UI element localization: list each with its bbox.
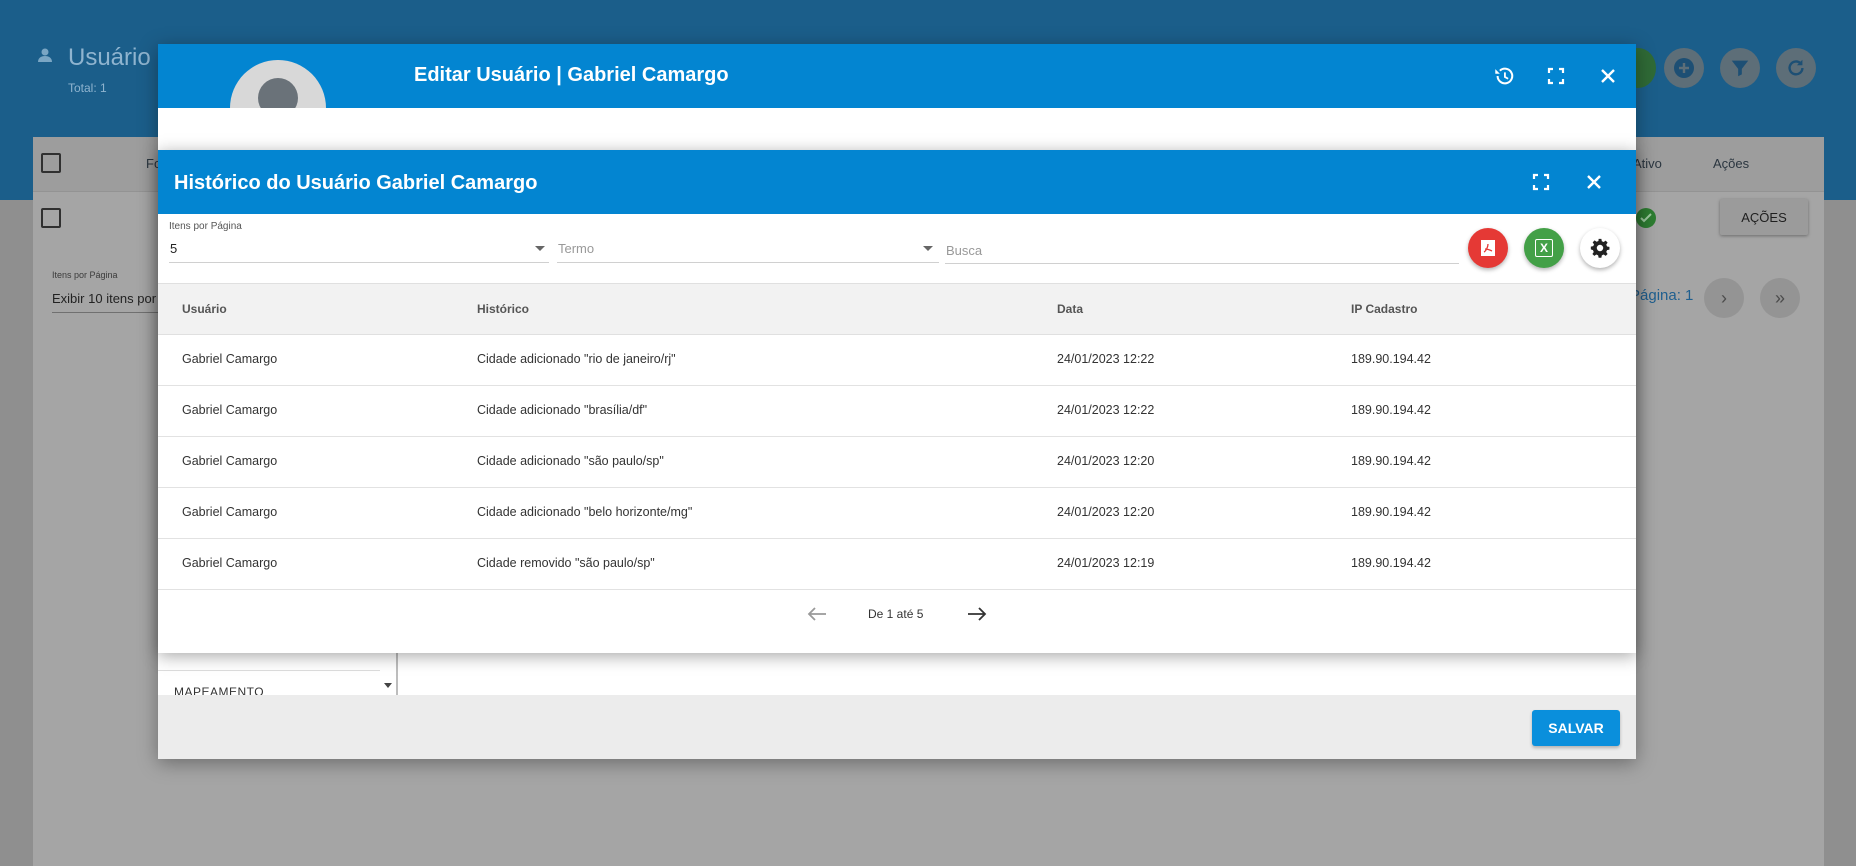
last-page-button[interactable]: » [1760, 278, 1800, 318]
cell-user: Gabriel Camargo [182, 454, 278, 468]
filter-button[interactable] [1720, 48, 1760, 88]
cell-date: 24/01/2023 12:20 [1057, 454, 1155, 468]
add-button[interactable] [1664, 48, 1704, 88]
cell-user: Gabriel Camargo [182, 352, 278, 366]
term-select[interactable]: Termo [558, 241, 938, 261]
side-menu-scrollbar[interactable] [396, 653, 398, 695]
side-menu-item-label: MAPEAMENTO [174, 685, 265, 695]
cell-history: Cidade adicionado "rio de janeiro/rj" [477, 352, 676, 366]
cell-ip: 189.90.194.42 [1351, 454, 1431, 468]
bg-items-per-page-select[interactable]: Exibir 10 itens por [52, 291, 158, 313]
total-count: Total: 1 [68, 81, 107, 95]
refresh-button[interactable] [1776, 48, 1816, 88]
next-page-button[interactable] [966, 605, 988, 623]
row-checkbox[interactable] [41, 208, 61, 228]
active-check-icon [1636, 208, 1656, 228]
search-underline [945, 263, 1459, 264]
cell-history: Cidade removido "são paulo/sp" [477, 556, 655, 570]
cell-user: Gabriel Camargo [182, 403, 278, 417]
history-fullscreen-icon[interactable] [1529, 170, 1553, 194]
page-indicator: Página: 1 [1630, 287, 1694, 304]
column-user[interactable]: Usuário [182, 302, 227, 316]
history-icon[interactable] [1492, 64, 1516, 88]
prev-page-button[interactable] [806, 605, 828, 623]
save-button[interactable]: SALVAR [1532, 710, 1620, 746]
acoes-button[interactable]: AÇÕES [1720, 199, 1808, 235]
user-icon [37, 47, 53, 63]
cell-history: Cidade adicionado "belo horizonte/mg" [477, 505, 693, 519]
cell-history: Cidade adicionado "são paulo/sp" [477, 454, 664, 468]
cell-ip: 189.90.194.42 [1351, 352, 1431, 366]
cell-date: 24/01/2023 12:20 [1057, 505, 1155, 519]
term-caret-icon[interactable] [923, 246, 933, 251]
column-acoes: Ações [1713, 156, 1750, 171]
history-close-icon[interactable] [1582, 170, 1606, 194]
fullscreen-icon[interactable] [1544, 64, 1568, 88]
arrow-left-icon [807, 607, 826, 621]
arrow-right-icon [968, 607, 987, 621]
cell-date: 24/01/2023 12:19 [1057, 556, 1155, 570]
edit-user-tabs-area [398, 108, 1636, 150]
term-underline [557, 262, 939, 263]
select-all-checkbox[interactable] [41, 153, 61, 173]
column-ativo: Ativo [1633, 156, 1662, 171]
excel-icon: X [1535, 239, 1553, 257]
cell-user: Gabriel Camargo [182, 556, 278, 570]
edit-user-header [158, 44, 1636, 108]
next-page-button[interactable]: › [1704, 278, 1744, 318]
pdf-export-button[interactable] [1468, 228, 1508, 268]
pdf-icon [1481, 240, 1495, 256]
cell-ip: 189.90.194.42 [1351, 556, 1431, 570]
edit-user-title: Editar Usuário | Gabriel Camargo [414, 64, 729, 86]
edit-user-footer [158, 695, 1636, 759]
cell-ip: 189.90.194.42 [1351, 403, 1431, 417]
items-per-page-label: Itens por Página [169, 221, 242, 232]
items-per-page-caret-icon[interactable] [535, 246, 545, 251]
cell-user: Gabriel Camargo [182, 505, 278, 519]
cell-date: 24/01/2023 12:22 [1057, 403, 1155, 417]
excel-icon-letter: X [1539, 241, 1548, 255]
close-icon[interactable] [1596, 64, 1620, 88]
column-history[interactable]: Histórico [477, 302, 529, 316]
search-input[interactable]: Busca [946, 243, 1458, 263]
items-per-page-select[interactable]: 5 [170, 241, 548, 261]
excel-export-button[interactable]: X [1524, 228, 1564, 268]
history-dialog-title: Histórico do Usuário Gabriel Camargo [174, 172, 538, 194]
pager-text: De 1 até 5 [868, 607, 924, 621]
cell-ip: 189.90.194.42 [1351, 505, 1431, 519]
settings-icon [1590, 238, 1610, 258]
cell-date: 24/01/2023 12:22 [1057, 352, 1155, 366]
bg-items-per-page-label: Itens por Página [52, 270, 118, 280]
cell-history: Cidade adicionado "brasília/df" [477, 403, 648, 417]
page-title: Usuário [68, 44, 151, 71]
settings-button[interactable] [1580, 228, 1620, 268]
column-ip[interactable]: IP Cadastro [1351, 302, 1417, 316]
side-menu-scroll-arrow-icon[interactable] [384, 683, 392, 688]
column-date[interactable]: Data [1057, 302, 1083, 316]
items-per-page-underline [169, 262, 549, 263]
